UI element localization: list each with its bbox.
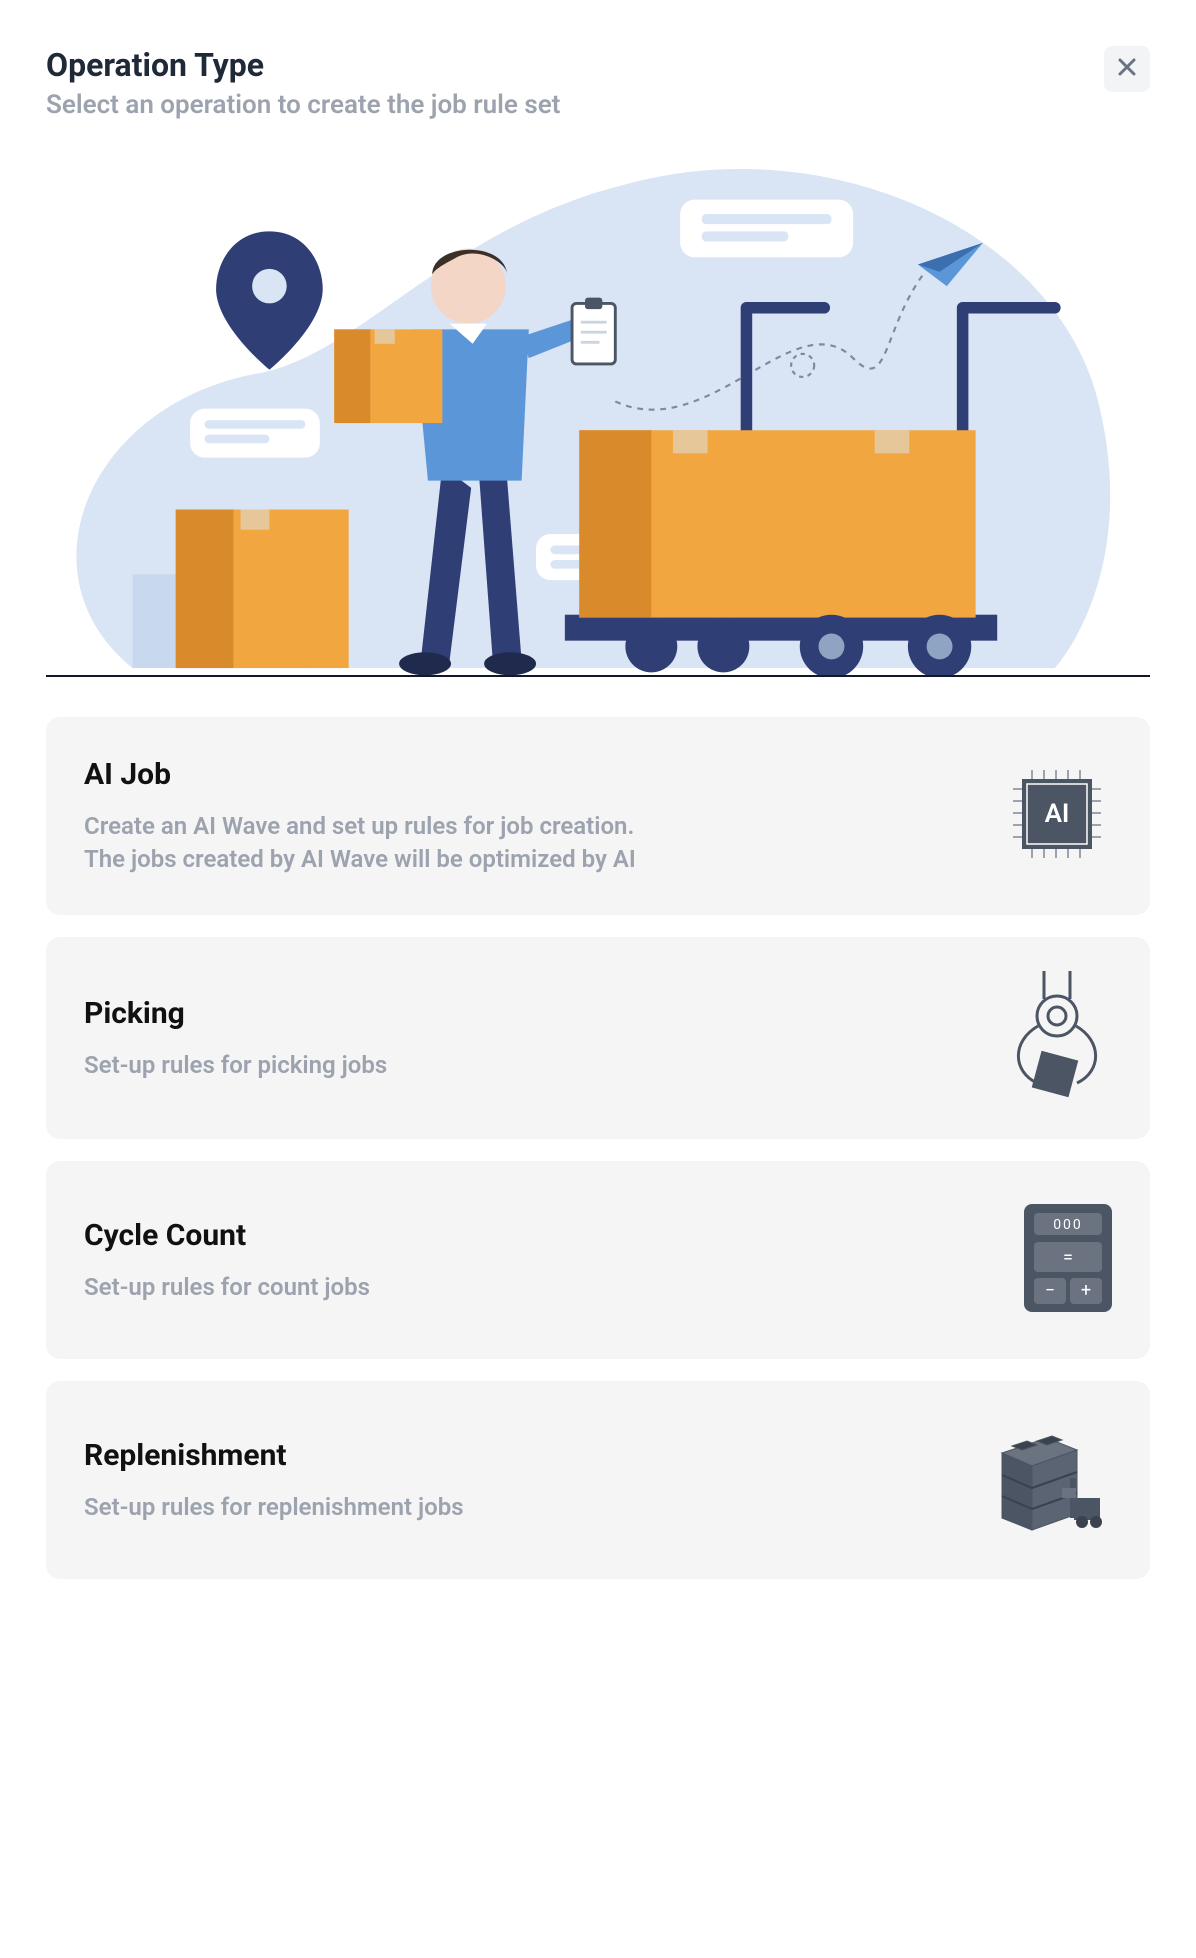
calculator-icon: 000 = − + xyxy=(1024,1204,1112,1316)
svg-text:+: + xyxy=(1081,1280,1091,1301)
option-title: AI Job xyxy=(84,757,644,792)
hero-illustration xyxy=(46,142,1150,677)
close-button[interactable] xyxy=(1104,46,1150,92)
option-cycle-count[interactable]: Cycle Count Set-up rules for count jobs … xyxy=(46,1161,1150,1359)
close-icon xyxy=(1117,56,1137,82)
page-title: Operation Type xyxy=(46,46,560,84)
claw-icon xyxy=(1002,971,1112,1105)
option-description: Set-up rules for replenishment jobs xyxy=(84,1491,464,1523)
option-description: Set-up rules for count jobs xyxy=(84,1271,370,1303)
option-description: Set-up rules for picking jobs xyxy=(84,1049,387,1081)
option-title: Replenishment xyxy=(84,1438,464,1473)
svg-text:=: = xyxy=(1063,1247,1073,1268)
option-title: Picking xyxy=(84,996,387,1031)
option-ai-job[interactable]: AI Job Create an AI Wave and set up rule… xyxy=(46,717,1150,915)
shelving-icon xyxy=(992,1418,1112,1542)
option-title: Cycle Count xyxy=(84,1218,370,1253)
page-subtitle: Select an operation to create the job ru… xyxy=(46,90,560,120)
svg-text:AI: AI xyxy=(1045,799,1070,829)
option-replenishment[interactable]: Replenishment Set-up rules for replenish… xyxy=(46,1381,1150,1579)
ai-chip-icon: AI xyxy=(1002,764,1112,868)
option-picking[interactable]: Picking Set-up rules for picking jobs xyxy=(46,937,1150,1139)
option-description: Create an AI Wave and set up rules for j… xyxy=(84,810,644,875)
svg-text:000: 000 xyxy=(1053,1217,1083,1233)
svg-text:−: − xyxy=(1045,1280,1055,1301)
